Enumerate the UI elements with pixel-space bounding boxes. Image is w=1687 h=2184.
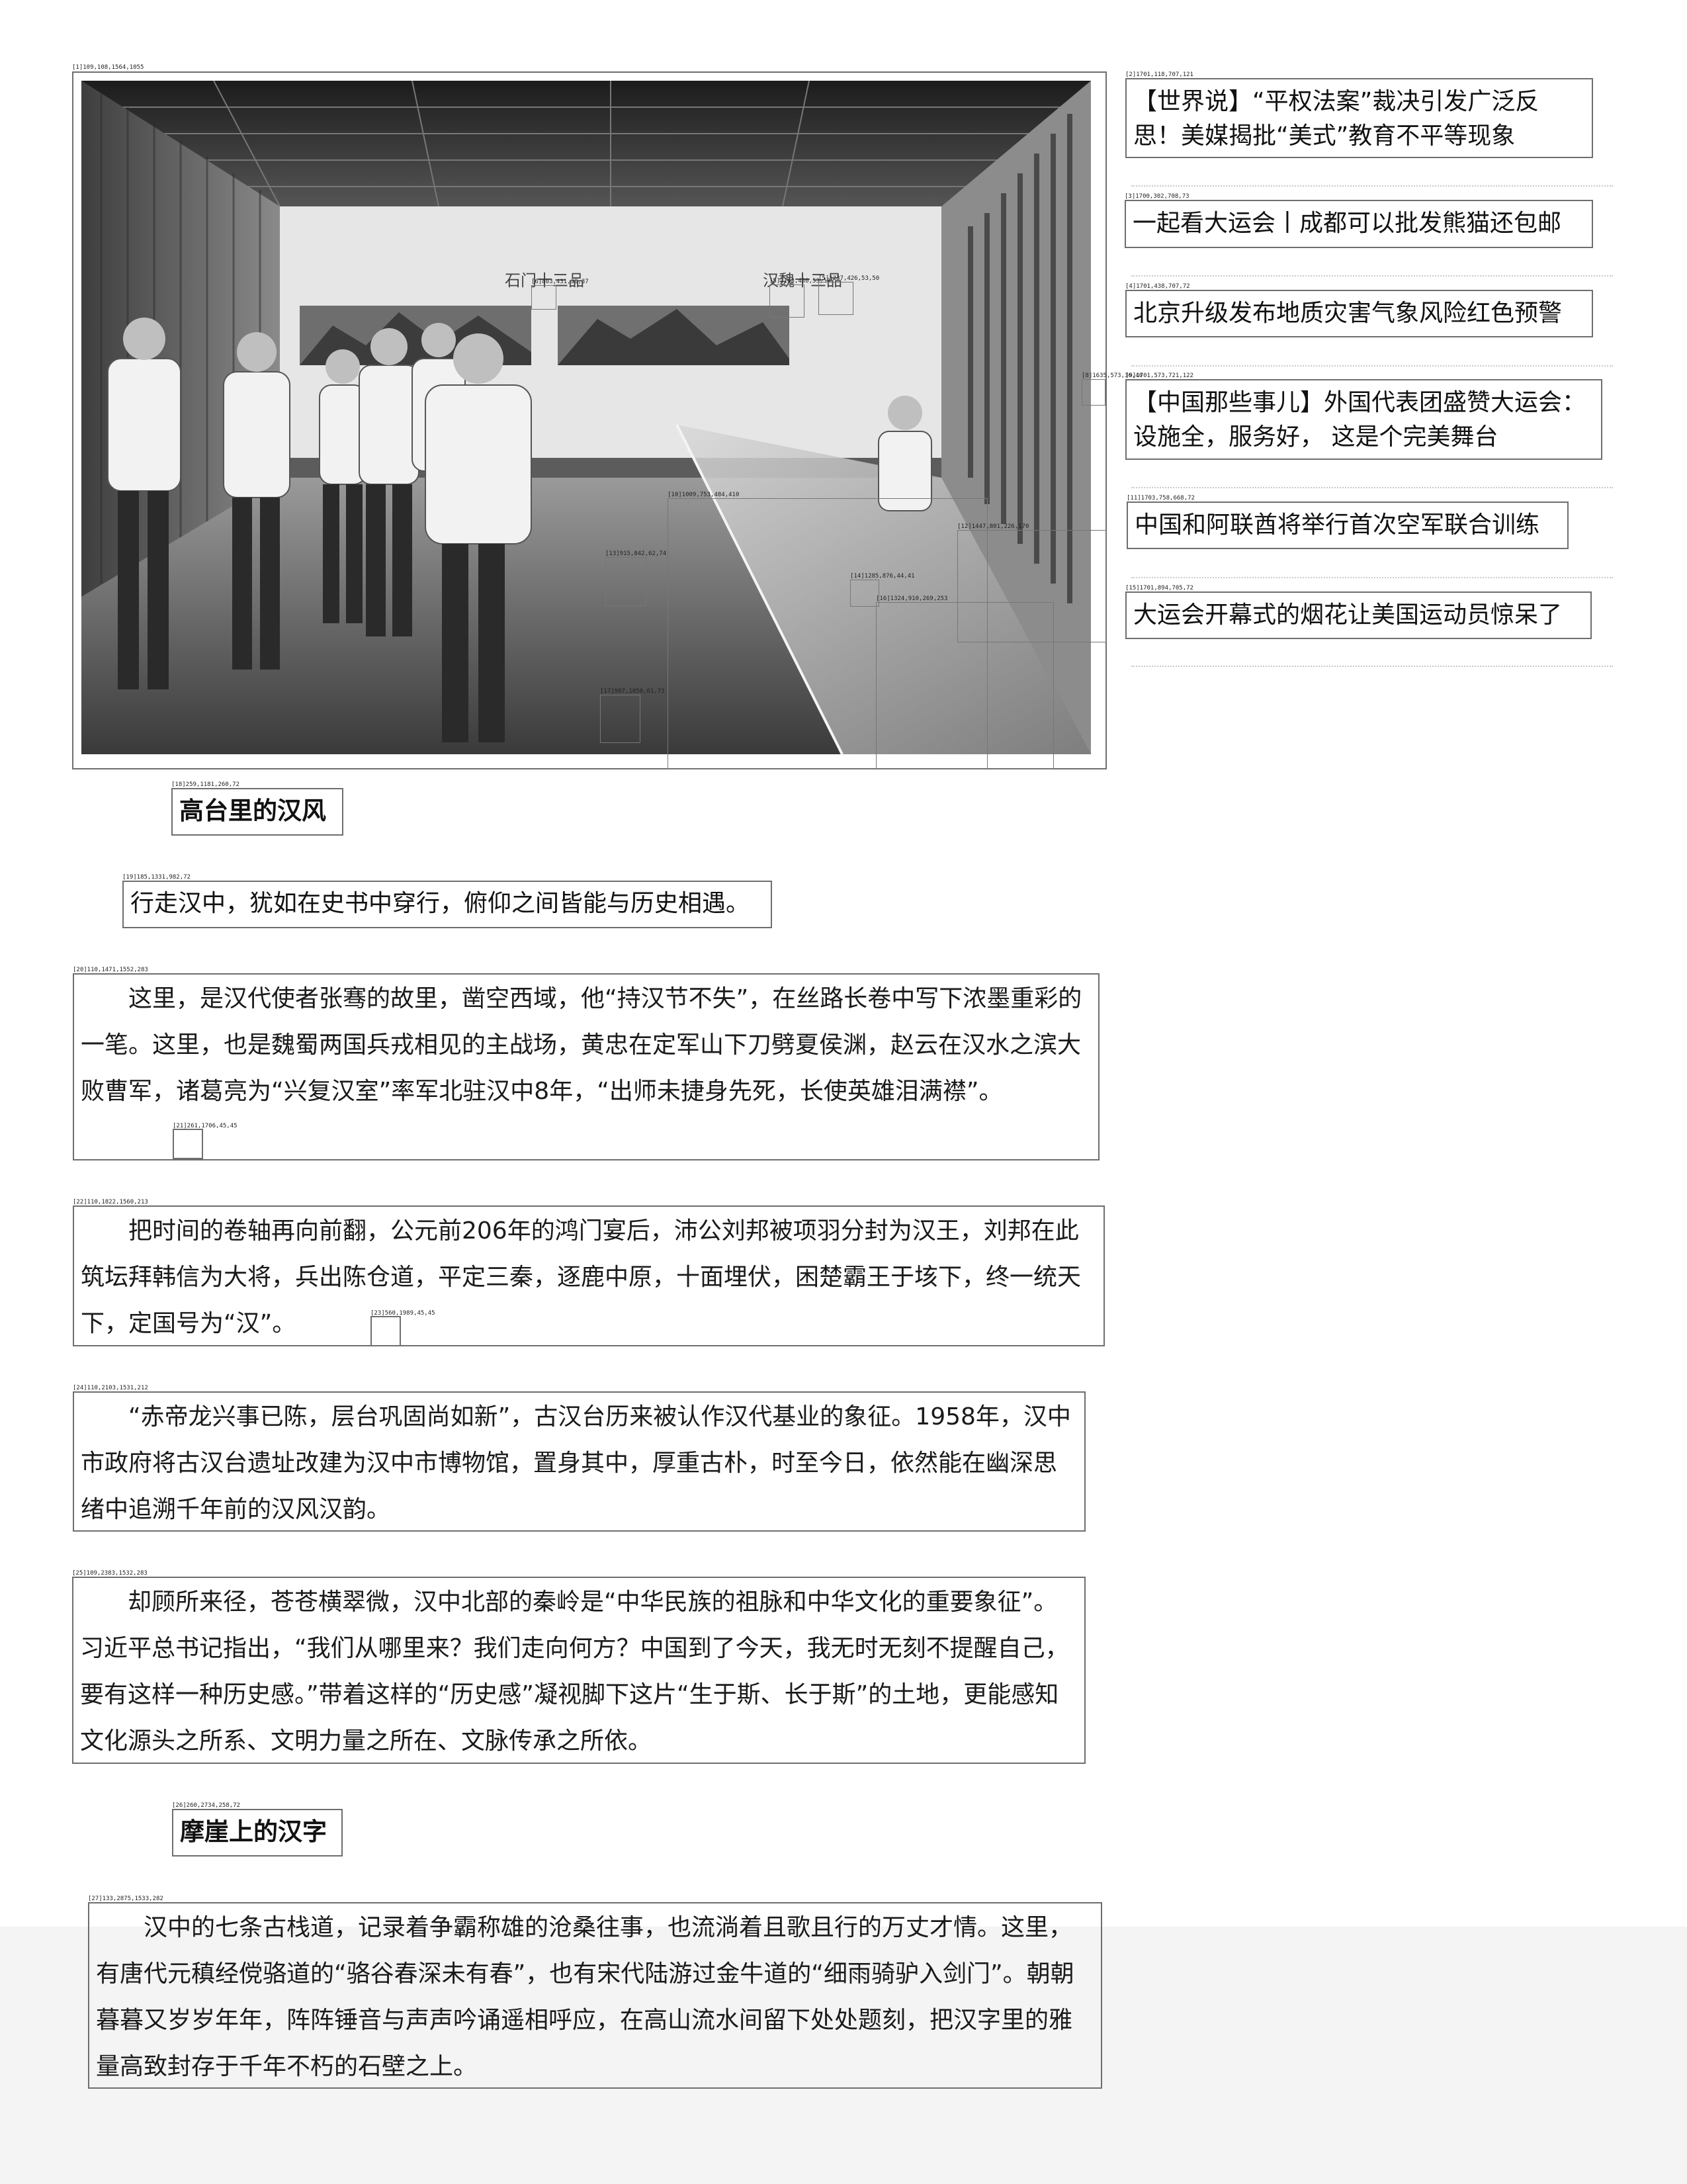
photo-region-box: [769, 284, 804, 318]
paragraph-text: 这里，是汉代使者张骞的故里，凿空西域，他“持汉节不失”，在丝路长卷中写下浓墨重彩…: [81, 985, 1082, 1105]
article-paragraph-5: 汉中的七条古栈道，记录着争霸称雄的沧桑往事，也流淌着且歌且行的万丈才情。这里，有…: [88, 1902, 1102, 2089]
news-link-4[interactable]: 【中国那些事儿】外国代表团盛赞大运会：设施全，服务好， 这是个完美舞台: [1125, 379, 1602, 460]
photo-region-box: [818, 282, 853, 315]
article-paragraph-3: “赤帝龙兴事已陈，层台巩固尚如新”，古汉台历来被认作汉代基业的象征。1958年，…: [73, 1391, 1086, 1532]
box-label: [3]1700,302,708,73: [1125, 193, 1190, 200]
box-label: [16]1324,910,269,253: [876, 595, 948, 602]
box-label: [14]1285,876,44,41: [850, 573, 915, 580]
section-heading-1: 高台里的汉风: [171, 788, 343, 836]
photo-region-box: [850, 580, 879, 607]
box-label: [25]109,2383,1532,283: [72, 1570, 148, 1577]
box-label: [1]109,108,1564,1055: [72, 64, 144, 71]
photo-region-box: [600, 695, 640, 743]
news-link-2[interactable]: 一起看大运会丨成都可以批发熊猫还包邮: [1125, 200, 1593, 248]
section-heading-2: 摩崖上的汉字: [172, 1809, 343, 1856]
box-label: [2]1701,118,707,121: [1125, 71, 1193, 78]
box-label: [20]110,1471,1552,283: [73, 967, 148, 973]
char-box: [173, 1129, 203, 1159]
divider: [1131, 185, 1613, 187]
article-paragraph-2: 把时间的卷轴再向前翻，公元前206年的鸿门宴后，沛公刘邦被项羽分封为汉王，刘邦在…: [73, 1205, 1105, 1346]
box-label: [6]803,431,38,37: [531, 279, 589, 285]
photo-region-box: [1082, 379, 1105, 406]
char-box: [370, 1316, 401, 1346]
photo-region-box: [605, 557, 646, 606]
photo-region-box: [876, 602, 1054, 769]
paragraph-text: “赤帝龙兴事已陈，层台巩固尚如新”，古汉台历来被认作汉代基业的象征。1958年，…: [81, 1403, 1071, 1523]
news-link-5[interactable]: 中国和阿联酋将举行首次空军联合训练: [1127, 502, 1569, 549]
box-label: [13]915,842,62,74: [605, 550, 667, 557]
paragraph-text: 把时间的卷轴再向前翻，公元前206年的鸿门宴后，沛公刘邦被项羽分封为汉王，刘邦在…: [81, 1217, 1082, 1337]
box-label: [24]110,2103,1531,212: [73, 1385, 148, 1391]
box-label: [5]1237,426,53,50: [818, 275, 880, 282]
box-label: [18]259,1181,260,72: [171, 781, 239, 788]
divider: [1131, 365, 1613, 367]
photo-region-box: [531, 285, 556, 310]
box-label: [9]1701,573,721,122: [1125, 372, 1193, 379]
box-label: [22]110,1822,1560,213: [73, 1199, 148, 1205]
divider: [1131, 487, 1613, 488]
box-label: [19]185,1331,982,72: [122, 874, 191, 881]
article-paragraph-4: 却顾所来径，苍苍横翠微，汉中北部的秦岭是“中华民族的祖脉和中华文化的重要象征”。…: [72, 1577, 1086, 1764]
article-paragraph-1: 这里，是汉代使者张骞的故里，凿空西域，他“持汉节不失”，在丝路长卷中写下浓墨重彩…: [73, 973, 1100, 1160]
divider: [1131, 275, 1613, 277]
paragraph-text: 却顾所来径，苍苍横翠微，汉中北部的秦岭是“中华民族的祖脉和中华文化的重要象征”。…: [80, 1589, 1069, 1755]
box-label: [26]260,2734,258,72: [172, 1802, 240, 1809]
box-label: [11]1703,758,668,72: [1127, 495, 1195, 502]
box-label: [17]907,1050,61,73: [600, 688, 665, 695]
box-label: [4]1701,438,707,72: [1125, 283, 1190, 290]
divider: [1131, 577, 1613, 578]
box-label: [15]1701,894,705,72: [1125, 585, 1193, 591]
paragraph-text: 汉中的七条古栈道，记录着争霸称雄的沧桑往事，也流淌着且歌且行的万丈才情。这里，有…: [96, 1914, 1074, 2080]
divider: [1131, 666, 1613, 667]
box-label: [10]1009,753,484,410: [668, 492, 740, 498]
box-label: [27]133,2875,1533,282: [88, 1896, 163, 1902]
news-link-6[interactable]: 大运会开幕式的烟花让美国运动员惊呆了: [1125, 591, 1592, 639]
box-label: [12]1447,801,226,170: [957, 523, 1029, 530]
article-subtitle: 行走汉中，犹如在史书中穿行，俯仰之间皆能与历史相遇。: [122, 881, 772, 928]
news-link-1[interactable]: 【世界说】“平权法案”裁决引发广泛反思！美媒揭批“美式”教育不平等现象: [1125, 78, 1593, 158]
news-link-3[interactable]: 北京升级发布地质灾害气象风险红色预警: [1125, 290, 1593, 337]
